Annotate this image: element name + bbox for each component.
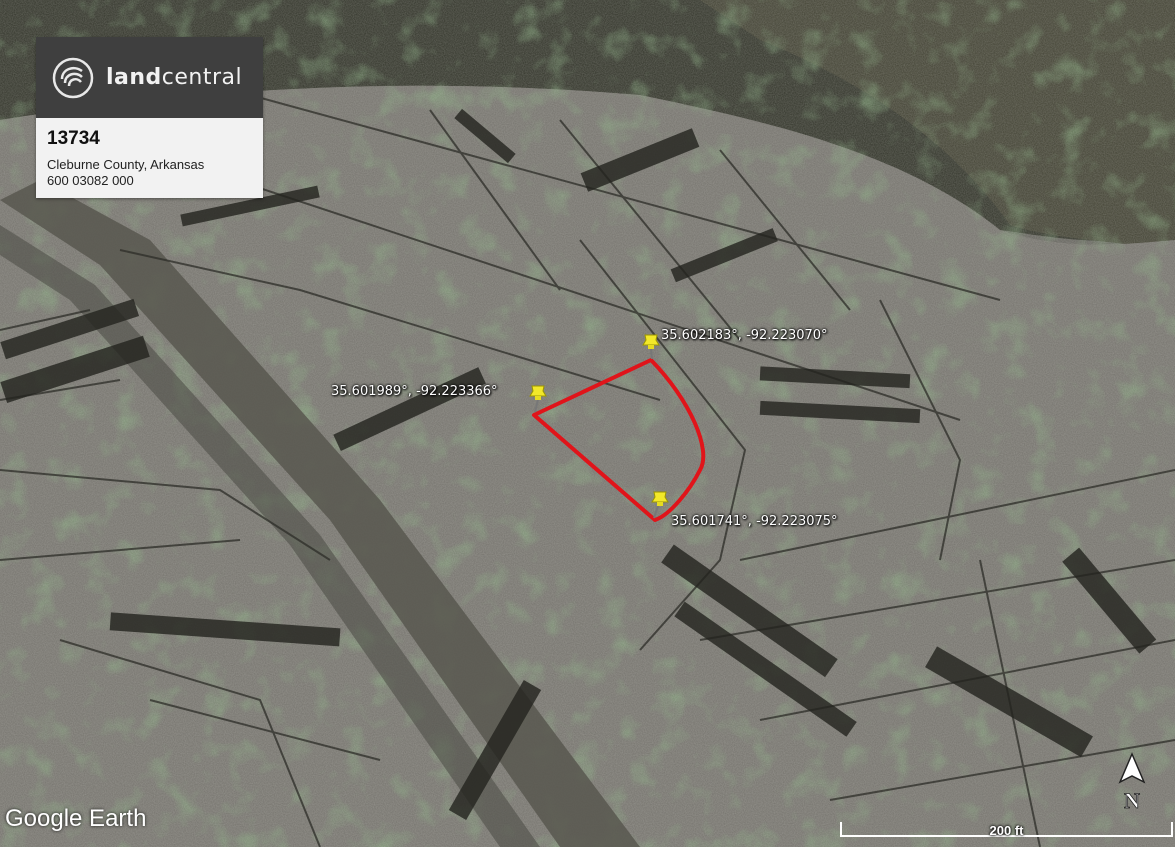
apn-label: 600 03082 000: [47, 173, 134, 188]
north-arrow-icon: N: [1118, 752, 1146, 812]
parcel-info-card: landcentral 13734 Cleburne County, Arkan…: [36, 37, 263, 198]
marker-label-s: 35.601741°, -92.223075°: [671, 514, 838, 529]
county-label: Cleburne County, Arkansas: [47, 157, 205, 172]
marker-label-ne: 35.602183°, -92.223070°: [661, 328, 828, 343]
landcentral-swirl-icon: [52, 57, 94, 98]
brand-name: landcentral: [106, 65, 243, 90]
scale-bar: 200 ft: [840, 820, 1173, 838]
parcel-id: 13734: [47, 128, 100, 149]
brand-logo: landcentral: [36, 37, 263, 118]
marker-label-w: 35.601989°, -92.223366°: [331, 384, 498, 399]
scale-label: 200 ft: [989, 823, 1024, 838]
north-label: N: [1124, 788, 1140, 812]
google-earth-watermark: Google Earth: [5, 805, 147, 832]
